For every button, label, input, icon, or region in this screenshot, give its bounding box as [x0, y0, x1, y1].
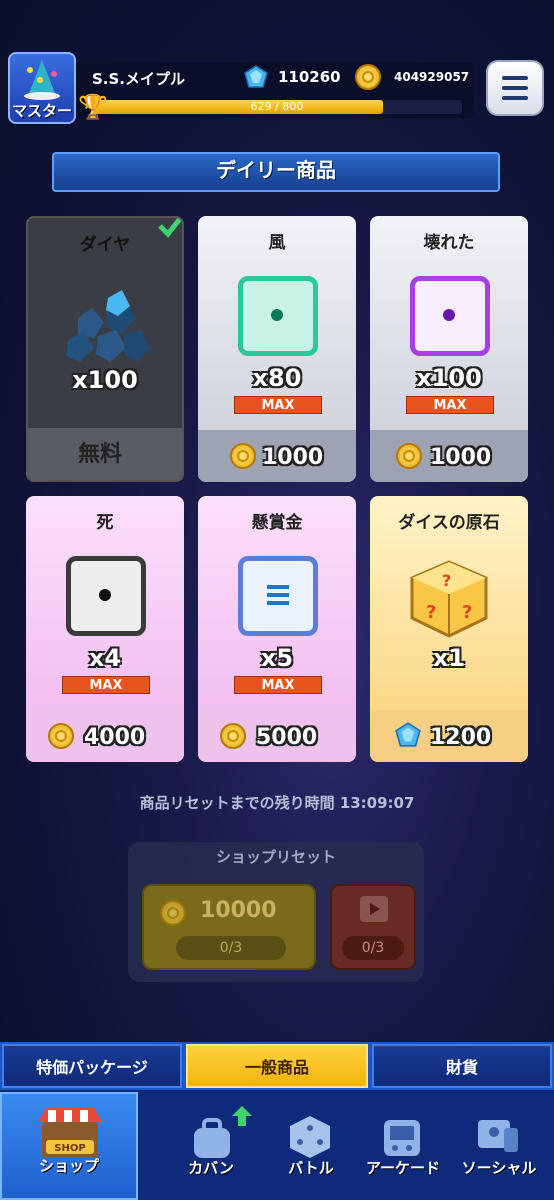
wizard-hat-icon: [24, 60, 60, 100]
tab-currency[interactable]: 財貨: [372, 1044, 552, 1088]
player-name: S.S.メイプル: [92, 70, 186, 88]
death-dice-icon: [66, 556, 146, 636]
nav-label: カバン: [188, 1159, 234, 1177]
svg-text:?: ?: [426, 602, 436, 623]
svg-text:?: ?: [462, 602, 472, 623]
coin-icon: [160, 900, 186, 926]
max-badge: MAX: [234, 396, 322, 414]
reset-timer: 商品リセットまでの残り時間 13:09:07: [139, 794, 415, 812]
product-quantity: x100: [416, 364, 482, 392]
coin-icon: [230, 443, 256, 469]
product-card-bounty[interactable]: 懸賞金 x5 MAX 5000: [198, 496, 356, 762]
gem-pile-icon: [66, 290, 150, 362]
video-icon: [360, 896, 388, 922]
max-badge: MAX: [406, 396, 494, 414]
social-icon: [478, 1120, 518, 1152]
trophy-icon: 🏆: [78, 93, 108, 121]
product-price: 1200: [430, 725, 492, 750]
product-card-broken[interactable]: 壊れた x100 MAX 1000: [370, 216, 528, 482]
product-card-dice-ore[interactable]: ダイスの原石 ? ? ? x1 1200: [370, 496, 528, 762]
product-name: 風: [268, 233, 286, 253]
nav-shop[interactable]: SHOP ショップ: [0, 1092, 138, 1200]
coin-icon: [220, 723, 246, 749]
product-quantity: x100: [72, 366, 138, 394]
wind-dice-icon: [238, 276, 318, 356]
shop-stall-icon: SHOP: [38, 1108, 102, 1158]
bounty-dice-icon: [238, 556, 318, 636]
gem-icon: [244, 65, 268, 88]
upgrade-arrow-icon: [232, 1106, 252, 1126]
menu-button[interactable]: [486, 60, 544, 116]
product-quantity: x4: [88, 644, 122, 672]
product-quantity: x1: [432, 644, 466, 672]
mystery-box-icon: ? ? ?: [410, 560, 488, 638]
bag-icon: [194, 1118, 230, 1158]
product-name: 死: [96, 513, 114, 533]
product-quantity: x5: [260, 644, 294, 672]
product-price: 5000: [256, 725, 318, 750]
coin-balance: 404929057: [394, 70, 470, 84]
product-name: ダイスの原石: [398, 513, 500, 533]
nav-label: アーケード: [365, 1159, 441, 1177]
shop-reset-title: ショップリセット: [215, 848, 336, 866]
product-price: 1000: [430, 445, 492, 470]
dice-icon: [290, 1116, 330, 1158]
reset-coin-cost: 10000: [200, 898, 277, 923]
broken-dice-icon: [410, 276, 490, 356]
nav-bag[interactable]: カバン: [156, 1092, 266, 1200]
coin-icon: [396, 443, 422, 469]
checkmark-icon: [158, 218, 182, 238]
reset-coin-count: 0/3: [176, 936, 286, 960]
tab-general-items[interactable]: 一般商品: [186, 1044, 368, 1088]
product-price: 1000: [262, 445, 324, 470]
product-name: 懸賞金: [251, 513, 303, 533]
product-card-wind[interactable]: 風 x80 MAX 1000: [198, 216, 356, 482]
coin-icon: [48, 723, 74, 749]
product-name: 壊れた: [423, 233, 475, 253]
reset-ad-count: 0/3: [342, 936, 404, 960]
max-badge: MAX: [234, 676, 322, 694]
gem-balance: 110260: [278, 68, 341, 86]
max-badge: MAX: [62, 676, 150, 694]
nav-label: ソーシャル: [461, 1159, 537, 1177]
product-card-death[interactable]: 死 x4 MAX 4000: [26, 496, 184, 762]
product-price: 無料: [78, 442, 123, 467]
svg-text:?: ?: [442, 571, 451, 590]
product-quantity: x80: [252, 364, 302, 392]
shop-badge: SHOP: [54, 1143, 85, 1154]
daily-title: デイリー商品: [216, 158, 336, 182]
coin-icon: [355, 64, 381, 90]
tab-special-package[interactable]: 特価パッケージ: [2, 1044, 182, 1088]
rank-label: マスター: [11, 102, 72, 120]
gem-icon: [395, 722, 421, 747]
nav-arcade[interactable]: アーケード: [348, 1092, 458, 1200]
xp-text: 629 / 800: [250, 100, 304, 113]
nav-label: ショップ: [38, 1157, 99, 1175]
nav-social[interactable]: ソーシャル: [444, 1092, 554, 1200]
product-price: 4000: [84, 725, 146, 750]
product-card-diamond[interactable]: ダイヤ x100 無料: [26, 216, 184, 482]
arcade-icon: [384, 1120, 420, 1156]
